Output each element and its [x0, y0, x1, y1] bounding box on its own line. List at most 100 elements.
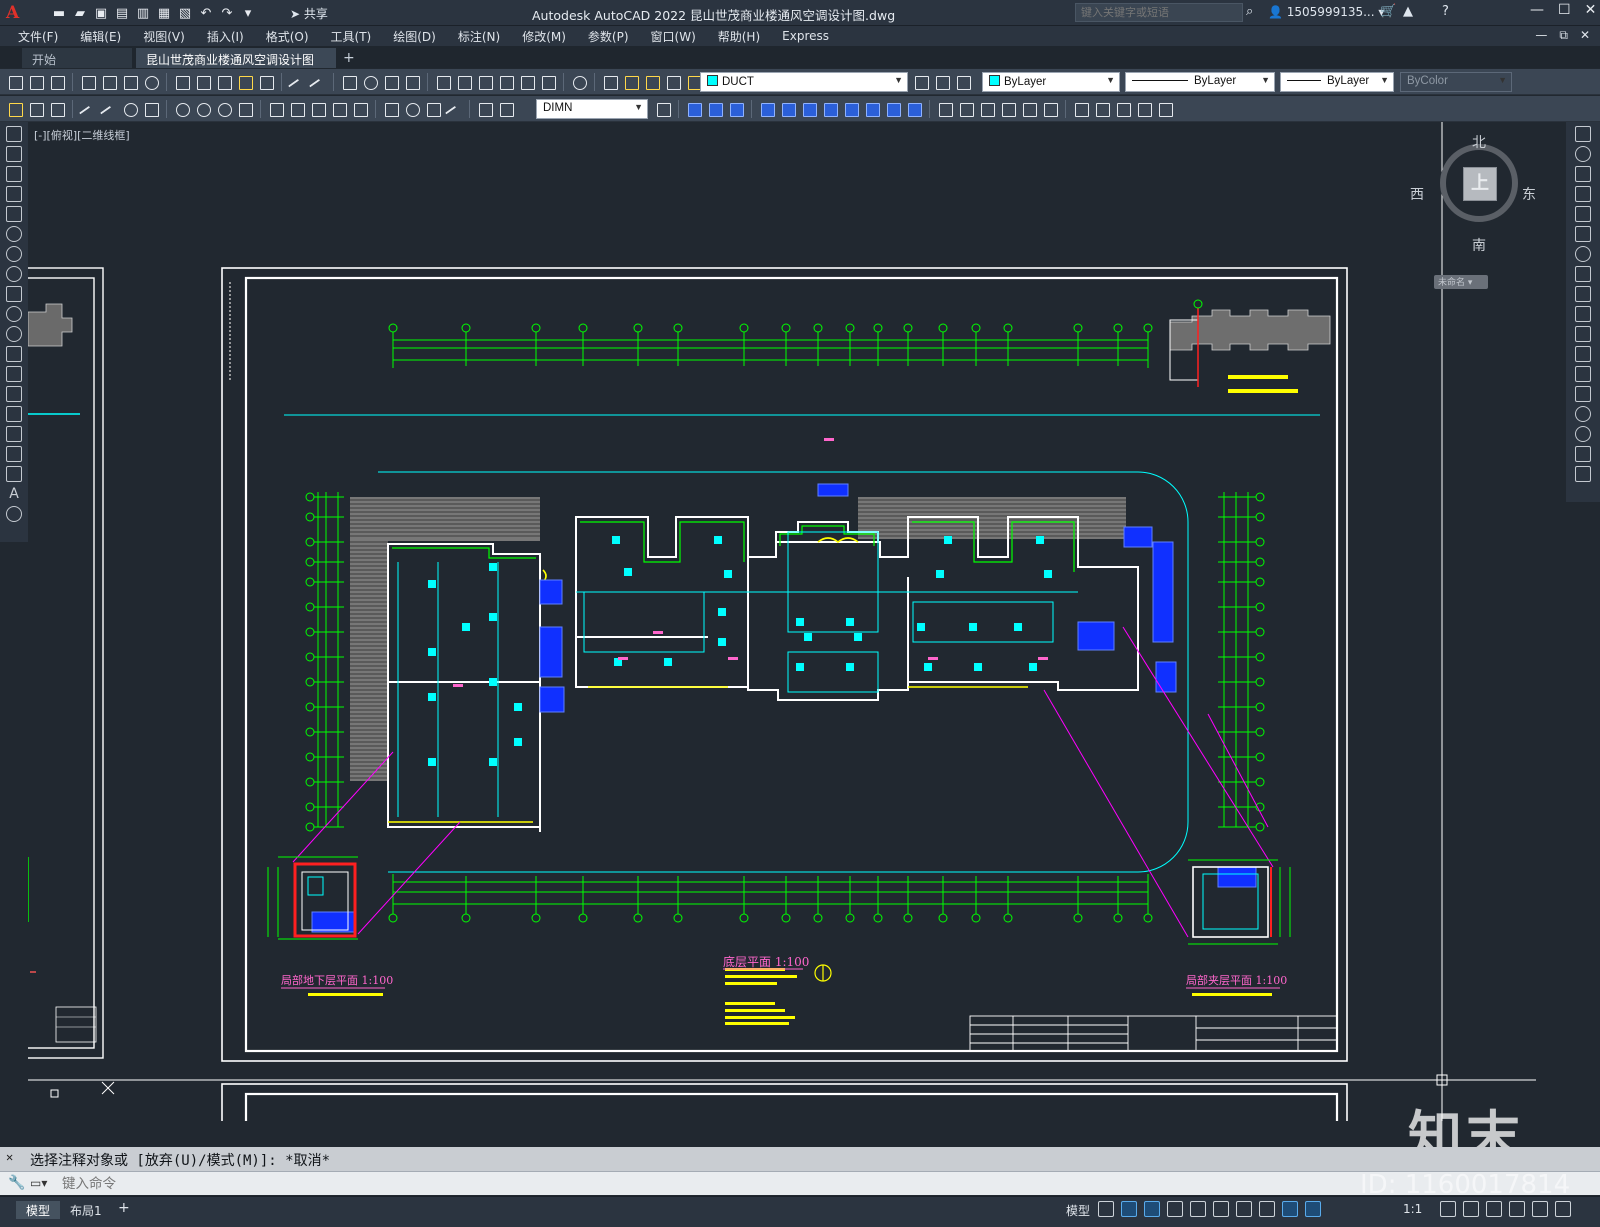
- tool-n-icon[interactable]: [978, 100, 996, 118]
- grid-icon[interactable]: [1098, 1201, 1114, 1217]
- annotation-visibility-icon[interactable]: [1282, 1201, 1298, 1217]
- open-icon[interactable]: [27, 73, 45, 91]
- customize-wrench-icon[interactable]: 🔧: [8, 1175, 25, 1191]
- properties-icon[interactable]: [434, 73, 452, 91]
- line-icon[interactable]: [6, 126, 22, 142]
- erase-icon[interactable]: [1575, 126, 1591, 142]
- tool-v-icon[interactable]: [1156, 100, 1174, 118]
- design-center-icon[interactable]: [455, 73, 473, 91]
- menu-draw[interactable]: 绘图(D): [389, 28, 446, 45]
- spline-icon[interactable]: [6, 286, 22, 302]
- ordinate-dim-icon[interactable]: [142, 100, 160, 118]
- doc-close-button[interactable]: ✕: [1580, 28, 1590, 43]
- cut-icon[interactable]: [173, 73, 191, 91]
- search-input[interactable]: [1075, 3, 1243, 22]
- new-tab-button[interactable]: +: [343, 50, 355, 66]
- arc-icon[interactable]: [6, 226, 22, 242]
- recent-commands-icon[interactable]: ▭▾: [30, 1176, 47, 1190]
- layer-previous-icon[interactable]: [933, 73, 951, 91]
- polyline-icon[interactable]: [6, 166, 22, 182]
- publish-icon[interactable]: ▥: [134, 4, 152, 22]
- zoom-window-icon[interactable]: [382, 73, 400, 91]
- dim-edit-icon[interactable]: [48, 100, 66, 118]
- tool-k-icon[interactable]: [905, 100, 923, 118]
- circle-icon[interactable]: [6, 246, 22, 262]
- print-icon[interactable]: ▧: [176, 4, 194, 22]
- quickcalc-icon[interactable]: [539, 73, 557, 91]
- zoom-previous-icon[interactable]: [403, 73, 421, 91]
- open-file-icon[interactable]: ▰: [71, 4, 89, 22]
- tool-a-icon[interactable]: [685, 100, 703, 118]
- menu-dimension[interactable]: 标注(N): [454, 28, 510, 45]
- add-selected-icon[interactable]: [6, 506, 22, 522]
- tool-palettes-icon[interactable]: [476, 73, 494, 91]
- center-mark-icon[interactable]: [403, 100, 421, 118]
- osnap-icon[interactable]: [1236, 1201, 1252, 1217]
- table-icon[interactable]: [6, 466, 22, 482]
- compass-north[interactable]: 北: [1472, 132, 1486, 152]
- close-button[interactable]: ✕: [1585, 2, 1597, 18]
- stretch-icon[interactable]: [1575, 286, 1591, 302]
- break-icon[interactable]: [1575, 366, 1591, 382]
- layer-freeze-icon[interactable]: [643, 73, 661, 91]
- doc-restore-button[interactable]: ⧉: [1559, 28, 1568, 43]
- linear-dim-icon[interactable]: [79, 100, 97, 118]
- gradient-icon[interactable]: [6, 426, 22, 442]
- tool-q-icon[interactable]: [1041, 100, 1059, 118]
- workspace-gear-icon[interactable]: [1440, 1201, 1456, 1217]
- layer-vp-icon[interactable]: [664, 73, 682, 91]
- tool-b-icon[interactable]: [706, 100, 724, 118]
- arc-length-icon[interactable]: [121, 100, 139, 118]
- color-dropdown[interactable]: ByLayer ▼: [982, 72, 1120, 92]
- undo-toolbar-icon[interactable]: [288, 73, 306, 91]
- undo-icon[interactable]: ↶: [197, 4, 215, 22]
- rectangle-icon[interactable]: [6, 206, 22, 222]
- blend-icon[interactable]: [1575, 446, 1591, 462]
- maximize-button[interactable]: ☐: [1558, 2, 1571, 18]
- tool-m-icon[interactable]: [957, 100, 975, 118]
- ortho-icon[interactable]: [1144, 1201, 1160, 1217]
- continue-dim-icon[interactable]: [309, 100, 327, 118]
- baseline-dim-icon[interactable]: [288, 100, 306, 118]
- isodraft-icon[interactable]: [1190, 1201, 1206, 1217]
- tab-drawing[interactable]: 昆山世茂商业楼通风空调设计图*✕: [136, 48, 336, 82]
- compass-east[interactable]: 东: [1522, 184, 1536, 204]
- object-track-icon[interactable]: [1213, 1201, 1229, 1217]
- polygon-icon[interactable]: [6, 186, 22, 202]
- model-space-toggle[interactable]: 模型: [1066, 1202, 1090, 1219]
- break-at-point-icon[interactable]: [1575, 346, 1591, 362]
- tab-layout1[interactable]: 布局1: [60, 1201, 112, 1219]
- 3d-dwf-icon[interactable]: [142, 73, 160, 91]
- annotation-scale[interactable]: 1:1: [1403, 1202, 1422, 1216]
- linetype-dropdown[interactable]: ByLayer ▼: [1125, 72, 1275, 92]
- ucs-menu[interactable]: 未命名 ▾: [1434, 275, 1488, 289]
- compass-south[interactable]: 南: [1472, 235, 1486, 255]
- construction-line-icon[interactable]: [6, 146, 22, 162]
- extend-icon[interactable]: [1575, 326, 1591, 342]
- ellipse-arc-icon[interactable]: [6, 326, 22, 342]
- viewport-controls-label[interactable]: [-][俯视][二维线框]: [34, 127, 130, 143]
- rotate-icon[interactable]: [1575, 246, 1591, 262]
- publish-toolbar-icon[interactable]: [121, 73, 139, 91]
- quick-dim-icon[interactable]: [267, 100, 285, 118]
- move-icon[interactable]: [1575, 226, 1591, 242]
- copy-object-icon[interactable]: [1575, 146, 1591, 162]
- menu-modify[interactable]: 修改(M): [518, 28, 576, 45]
- tool-o-icon[interactable]: [999, 100, 1017, 118]
- copy-icon[interactable]: [194, 73, 212, 91]
- markup-icon[interactable]: [518, 73, 536, 91]
- tool-d-icon[interactable]: [758, 100, 776, 118]
- drawing-canvas[interactable]: 底层平面 1:100 局部地下层平面 1:100 局部夹层平面 1:100: [28, 122, 1564, 1121]
- menu-file[interactable]: 文件(F): [14, 28, 68, 45]
- dimstyle-dropdown[interactable]: DIMN ▼: [536, 99, 648, 119]
- offset-icon[interactable]: [1575, 186, 1591, 202]
- autodesk-app-icon[interactable]: ▲: [1403, 4, 1413, 19]
- tool-c-icon[interactable]: [727, 100, 745, 118]
- join-icon[interactable]: [1575, 386, 1591, 402]
- search-icon[interactable]: ⌕: [1246, 4, 1253, 19]
- preview-icon[interactable]: [100, 73, 118, 91]
- block-editor-icon[interactable]: [257, 73, 275, 91]
- plot-icon[interactable]: ▦: [155, 4, 173, 22]
- fillet-icon[interactable]: [1575, 426, 1591, 442]
- layer-dropdown[interactable]: DUCT ▼: [700, 72, 908, 92]
